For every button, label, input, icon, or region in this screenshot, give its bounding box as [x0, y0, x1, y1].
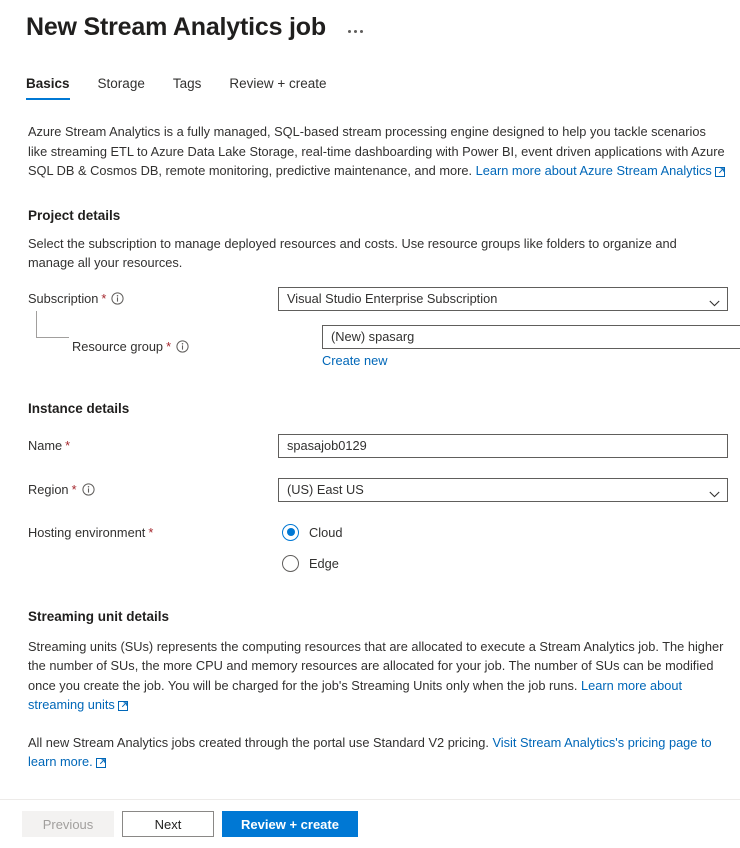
streaming-unit-details-heading: Streaming unit details	[28, 608, 170, 624]
required-asterisk: *	[71, 482, 77, 497]
indent-connector	[36, 310, 69, 338]
name-label: Name	[28, 438, 63, 453]
resource-group-field-wrap: (New) spasarg Create new	[322, 324, 740, 368]
region-field-wrap: (US) East US	[278, 477, 728, 502]
radio-option-edge[interactable]: Edge	[282, 554, 342, 572]
resource-group-label-group: Resource group *	[28, 339, 322, 354]
tab-bar: Basics Storage Tags Review + create	[0, 72, 740, 100]
radio-option-cloud[interactable]: Cloud	[282, 523, 343, 541]
instance-details-heading: Instance details	[28, 400, 130, 416]
create-new-link[interactable]: Create new	[322, 353, 387, 368]
subscription-field-wrap: Visual Studio Enterprise Subscription	[278, 286, 728, 311]
required-asterisk: *	[65, 438, 71, 453]
intro-paragraph: Azure Stream Analytics is a fully manage…	[28, 122, 726, 181]
dot	[347, 29, 351, 33]
dot	[359, 29, 363, 33]
project-details-heading: Project details	[28, 207, 121, 223]
streaming-unit-paragraph-1: Streaming units (SUs) represents the com…	[28, 637, 726, 715]
radio-cloud-indicator[interactable]	[282, 523, 299, 541]
name-row: Name *	[28, 433, 728, 458]
project-details-description: Select the subscription to manage deploy…	[28, 235, 677, 271]
hosting-environment-label-group: Hosting environment *	[28, 524, 278, 540]
learn-more-stream-analytics-link[interactable]: Learn more about Azure Stream Analytics	[476, 163, 712, 178]
next-button[interactable]: Next	[122, 811, 214, 837]
region-label: Region	[28, 482, 69, 497]
radio-cloud-label: Cloud	[309, 524, 343, 540]
name-field-wrap	[278, 433, 728, 458]
wizard-footer: Previous Next Review + create	[0, 799, 740, 848]
region-select[interactable]: (US) East US	[278, 477, 728, 502]
info-icon[interactable]	[81, 483, 95, 496]
external-link-icon	[117, 697, 129, 711]
resource-group-row: Resource group * (New) spasarg Create ne…	[28, 310, 740, 368]
subscription-label-group: Subscription *	[28, 291, 278, 306]
name-input[interactable]	[278, 433, 728, 458]
hosting-environment-radio-group: Cloud Edge	[282, 523, 343, 572]
required-asterisk: *	[166, 338, 172, 354]
info-icon[interactable]	[176, 339, 189, 353]
hosting-environment-label: Hosting environment	[28, 524, 146, 540]
external-link-icon	[95, 754, 107, 768]
review-create-button[interactable]: Review + create	[222, 811, 358, 837]
tab-storage[interactable]: Storage	[84, 72, 159, 100]
region-row: Region * (US) East US	[28, 477, 728, 502]
resource-group-select[interactable]: (New) spasarg	[322, 324, 740, 349]
streaming-unit-text-2: All new Stream Analytics jobs created th…	[28, 734, 493, 750]
region-label-group: Region *	[28, 482, 278, 497]
page-title: New Stream Analytics job	[26, 13, 326, 41]
required-asterisk: *	[148, 524, 154, 540]
subscription-label: Subscription	[28, 291, 99, 306]
radio-edge-label: Edge	[309, 555, 339, 571]
tab-review-create[interactable]: Review + create	[215, 72, 340, 100]
subscription-select[interactable]: Visual Studio Enterprise Subscription	[278, 286, 728, 311]
streaming-unit-paragraph-2: All new Stream Analytics jobs created th…	[28, 733, 726, 772]
external-link-icon	[714, 163, 726, 177]
tab-basics[interactable]: Basics	[26, 72, 84, 100]
subscription-row: Subscription * Visual Studio Enterprise …	[28, 286, 728, 311]
required-asterisk: *	[101, 291, 107, 306]
hosting-environment-row: Hosting environment * Cloud Edge	[28, 523, 726, 572]
info-icon[interactable]	[111, 292, 125, 305]
tab-tags[interactable]: Tags	[159, 72, 216, 100]
more-options-icon[interactable]	[344, 26, 367, 37]
page-header: New Stream Analytics job	[0, 0, 740, 42]
name-label-group: Name *	[28, 438, 278, 453]
form-content: Azure Stream Analytics is a fully manage…	[0, 122, 740, 772]
dot	[353, 29, 357, 33]
previous-button[interactable]: Previous	[22, 811, 114, 837]
radio-edge-indicator[interactable]	[282, 554, 299, 572]
resource-group-label: Resource group	[72, 338, 164, 354]
create-new-wrap: Create new	[322, 353, 740, 368]
